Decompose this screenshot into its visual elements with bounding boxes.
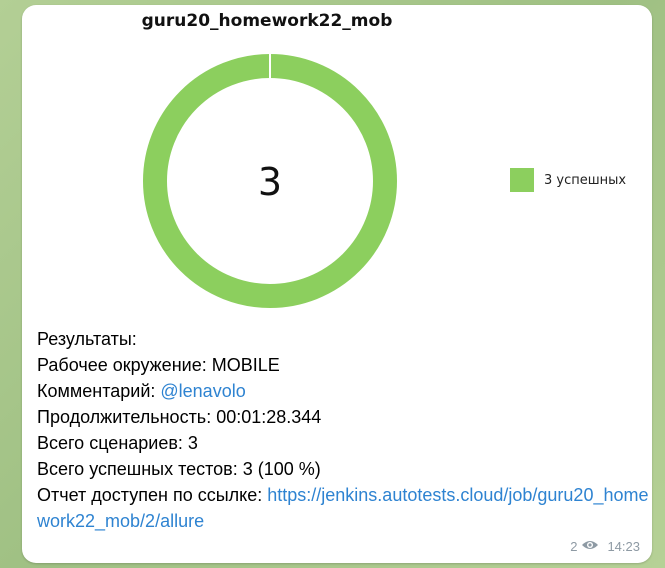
message-bubble[interactable]: guru20_homework22_mob 3 3 успешных Резул…	[22, 5, 652, 563]
report-label: Отчет доступен по ссылке:	[37, 485, 263, 505]
passed-label: Всего успешных тестов:	[37, 459, 238, 479]
env-line: Рабочее окружение: MOBILE	[37, 352, 649, 378]
scenarios-line: Всего сценариев: 3	[37, 430, 649, 456]
passed-value: 3 (100 %)	[237, 459, 321, 479]
message-time: 14:23	[607, 539, 640, 554]
donut-center-value: 3	[258, 160, 282, 204]
comment-label: Комментарий:	[37, 381, 156, 401]
views-count: 2	[570, 539, 578, 554]
chart-title: guru20_homework22_mob	[141, 11, 393, 31]
message-meta: 2 14:23	[570, 539, 640, 554]
duration-line: Продолжительность: 00:01:28.344	[37, 404, 649, 430]
report-line: Отчет доступен по ссылке: https://jenkin…	[37, 482, 649, 534]
duration-value: 00:01:28.344	[211, 407, 322, 427]
legend-swatch	[510, 168, 534, 192]
chart-image[interactable]: guru20_homework22_mob 3 3 успешных	[22, 5, 652, 315]
legend-label: 3 успешных	[544, 172, 627, 188]
mention-link[interactable]: @lenavolo	[160, 381, 245, 401]
message-text: Результаты: Рабочее окружение: MOBILE Ко…	[37, 326, 649, 534]
donut-chart: 3	[143, 54, 397, 308]
chart-legend: 3 успешных	[510, 168, 626, 192]
passed-line: Всего успешных тестов: 3 (100 %)	[37, 456, 649, 482]
env-value: MOBILE	[206, 355, 280, 375]
eye-icon	[581, 539, 599, 554]
duration-label: Продолжительность:	[37, 407, 212, 427]
results-heading: Результаты:	[37, 329, 137, 349]
scenarios-label: Всего сценариев:	[37, 433, 183, 453]
comment-line: Комментарий: @lenavolo	[37, 378, 649, 404]
scenarios-value: 3	[182, 433, 198, 453]
env-label: Рабочее окружение:	[37, 355, 207, 375]
